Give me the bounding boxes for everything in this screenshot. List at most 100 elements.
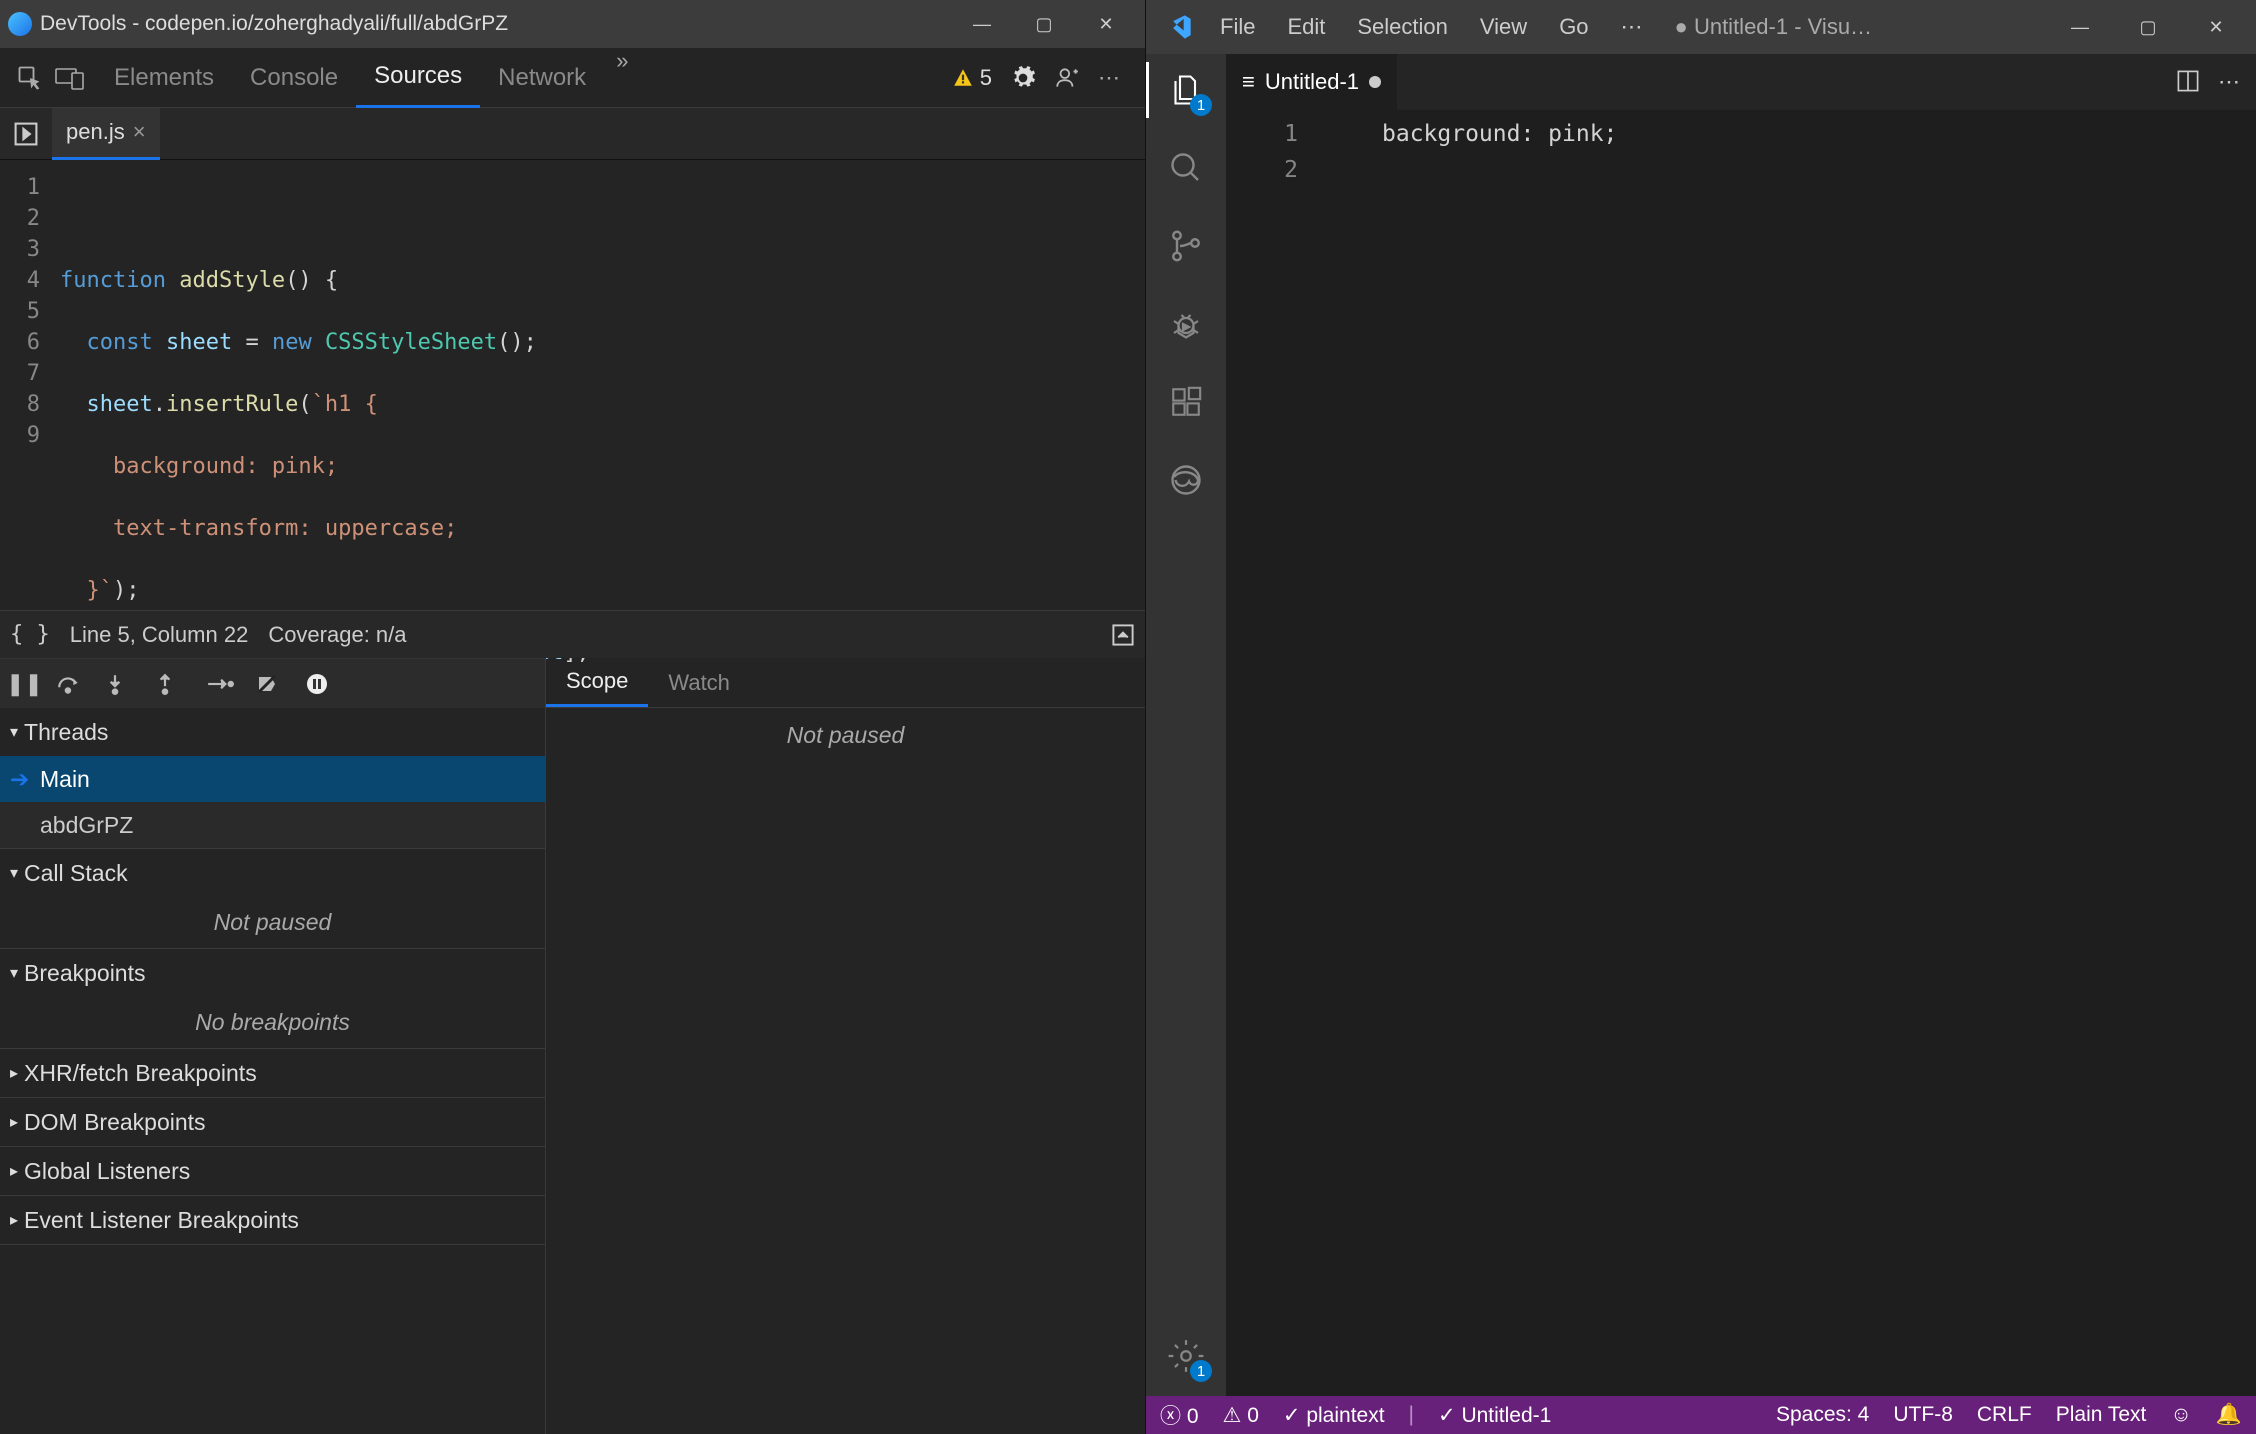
source-control-icon[interactable] bbox=[1164, 224, 1208, 268]
callstack-section: Call Stack Not paused bbox=[0, 849, 545, 949]
code-editor[interactable]: 123 456 789 function addStyle() { const … bbox=[0, 160, 1145, 610]
menu-go[interactable]: Go bbox=[1545, 8, 1602, 46]
tab-sources[interactable]: Sources bbox=[356, 48, 480, 108]
tab-network[interactable]: Network bbox=[480, 48, 604, 108]
status-encoding[interactable]: UTF-8 bbox=[1893, 1403, 1953, 1427]
menu-view[interactable]: View bbox=[1466, 8, 1541, 46]
deactivate-breakpoints-icon[interactable] bbox=[256, 673, 286, 695]
extensions-icon[interactable] bbox=[1164, 380, 1208, 424]
more-menu-icon[interactable]: ⋯ bbox=[1098, 65, 1123, 91]
menu-selection[interactable]: Selection bbox=[1343, 8, 1462, 46]
pause-exceptions-icon[interactable] bbox=[306, 673, 336, 695]
vscode-editor[interactable]: 1 2 background: pink; bbox=[1226, 110, 2256, 1396]
edge-tools-icon[interactable] bbox=[1164, 458, 1208, 502]
status-language[interactable]: Plain Text bbox=[2056, 1403, 2147, 1427]
xhr-breakpoints-header[interactable]: XHR/fetch Breakpoints bbox=[0, 1049, 545, 1097]
toggle-panel-icon[interactable] bbox=[1111, 623, 1135, 647]
menu-file[interactable]: File bbox=[1206, 8, 1269, 46]
run-debug-icon[interactable] bbox=[1164, 302, 1208, 346]
threads-header[interactable]: Threads bbox=[0, 708, 545, 756]
explorer-icon[interactable]: 1 bbox=[1164, 68, 1208, 112]
minimize-button[interactable]: — bbox=[951, 0, 1013, 48]
thread-main[interactable]: Main bbox=[0, 756, 545, 802]
step-into-icon[interactable] bbox=[106, 673, 136, 695]
breakpoints-empty: No breakpoints bbox=[0, 997, 545, 1048]
editor-more-icon[interactable]: ⋯ bbox=[2218, 69, 2240, 95]
maximize-button[interactable]: ▢ bbox=[1013, 0, 1075, 48]
navigator-toggle-icon[interactable] bbox=[0, 121, 52, 147]
scope-watch-tabs: Scope Watch bbox=[546, 658, 1145, 708]
cursor-position: Line 5, Column 22 bbox=[70, 622, 249, 648]
status-feedback-icon[interactable]: ☺ bbox=[2170, 1403, 2191, 1427]
status-filename[interactable]: ✓ Untitled-1 bbox=[1438, 1403, 1551, 1428]
threads-section: Threads Main abdGrPZ bbox=[0, 708, 545, 849]
file-icon: ≡ bbox=[1242, 69, 1255, 95]
settings-gear-icon[interactable] bbox=[1010, 65, 1036, 91]
debugger-sidebar: Threads Main abdGrPZ Call Stack Not paus… bbox=[0, 708, 546, 1434]
debugger-toolbar: ❚❚ bbox=[0, 658, 546, 708]
activity-bar: 1 1 bbox=[1146, 54, 1226, 1396]
vscode-menubar: File Edit Selection View Go ⋯ bbox=[1206, 8, 1657, 46]
tab-console[interactable]: Console bbox=[232, 48, 356, 108]
code-content[interactable]: function addStyle() { const sheet = new … bbox=[50, 160, 1145, 610]
scope-pane: Not paused bbox=[546, 708, 1145, 1434]
menu-edit[interactable]: Edit bbox=[1273, 8, 1339, 46]
settings-badge: 1 bbox=[1190, 1360, 1212, 1382]
explorer-badge: 1 bbox=[1190, 94, 1212, 116]
search-icon[interactable] bbox=[1164, 146, 1208, 190]
tab-elements[interactable]: Elements bbox=[96, 48, 232, 108]
issues-badge[interactable]: 5 bbox=[952, 65, 992, 91]
pause-icon[interactable]: ❚❚ bbox=[6, 671, 36, 697]
vscode-gutter: 1 2 bbox=[1226, 116, 1322, 1396]
devtools-favicon bbox=[8, 12, 32, 36]
file-tab-penjs[interactable]: pen.js × bbox=[52, 108, 160, 160]
vscode-body: 1 1 bbox=[1146, 54, 2256, 1396]
close-icon[interactable]: × bbox=[133, 119, 146, 145]
breakpoints-header[interactable]: Breakpoints bbox=[0, 949, 545, 997]
settings-icon[interactable]: 1 bbox=[1164, 1334, 1208, 1378]
vscode-window: File Edit Selection View Go ⋯ ● Untitled… bbox=[1146, 0, 2256, 1434]
braces-icon[interactable]: { } bbox=[10, 622, 50, 647]
thread-abdgrpz[interactable]: abdGrPZ bbox=[0, 802, 545, 848]
step-out-icon[interactable] bbox=[156, 673, 186, 695]
status-notifications-icon[interactable]: 🔔 bbox=[2216, 1403, 2242, 1427]
menu-more-icon[interactable]: ⋯ bbox=[1607, 8, 1657, 46]
close-button[interactable]: ✕ bbox=[1075, 0, 1137, 48]
tabs-overflow-icon[interactable]: » bbox=[604, 48, 640, 108]
status-plaintext[interactable]: ✓ plaintext bbox=[1283, 1403, 1385, 1428]
callstack-empty: Not paused bbox=[0, 897, 545, 948]
status-warnings[interactable]: ⚠ 0 bbox=[1223, 1403, 1259, 1428]
callstack-header[interactable]: Call Stack bbox=[0, 849, 545, 897]
devtools-title: DevTools - codepen.io/zoherghadyali/full… bbox=[40, 12, 951, 36]
global-listeners-header[interactable]: Global Listeners bbox=[0, 1147, 545, 1195]
step-icon[interactable] bbox=[206, 675, 236, 693]
status-errors[interactable]: ⓧ 0 bbox=[1160, 1400, 1199, 1430]
status-spaces[interactable]: Spaces: 4 bbox=[1776, 1403, 1869, 1427]
status-eol[interactable]: CRLF bbox=[1977, 1403, 2032, 1427]
event-listener-breakpoints-header[interactable]: Event Listener Breakpoints bbox=[0, 1196, 545, 1244]
inspect-element-icon[interactable] bbox=[10, 58, 50, 98]
vscode-minimize-button[interactable]: — bbox=[2046, 0, 2114, 54]
coverage-status[interactable]: Coverage: n/a bbox=[268, 622, 406, 648]
file-tabstrip: pen.js × bbox=[0, 108, 1145, 160]
vscode-titlebar[interactable]: File Edit Selection View Go ⋯ ● Untitled… bbox=[1146, 0, 2256, 54]
devtools-titlebar[interactable]: DevTools - codepen.io/zoherghadyali/full… bbox=[0, 0, 1145, 48]
vscode-code[interactable]: background: pink; bbox=[1322, 116, 1617, 1396]
split-editor-icon[interactable] bbox=[2176, 69, 2200, 95]
scope-not-paused: Not paused bbox=[546, 708, 1145, 763]
vscode-close-button[interactable]: ✕ bbox=[2182, 0, 2250, 54]
editor-tabs: ≡ Untitled-1 ⋯ bbox=[1226, 54, 2256, 110]
vscode-statusbar: ⓧ 0 ⚠ 0 ✓ plaintext | ✓ Untitled-1 Space… bbox=[1146, 1396, 2256, 1434]
tab-scope[interactable]: Scope bbox=[546, 658, 648, 707]
editor-statusbar: { } Line 5, Column 22 Coverage: n/a bbox=[0, 610, 1145, 658]
vscode-maximize-button[interactable]: ▢ bbox=[2114, 0, 2182, 54]
dom-breakpoints-header[interactable]: DOM Breakpoints bbox=[0, 1098, 545, 1146]
tab-watch[interactable]: Watch bbox=[648, 658, 750, 707]
device-toggle-icon[interactable] bbox=[50, 58, 90, 98]
editor-area: ≡ Untitled-1 ⋯ 1 2 background: pink; bbox=[1226, 54, 2256, 1396]
debugger-lower-panes: Threads Main abdGrPZ Call Stack Not paus… bbox=[0, 708, 1145, 1434]
step-over-icon[interactable] bbox=[56, 674, 86, 694]
editor-tab-untitled1[interactable]: ≡ Untitled-1 bbox=[1226, 54, 1397, 110]
profile-icon[interactable] bbox=[1054, 65, 1080, 91]
issues-count: 5 bbox=[980, 65, 992, 91]
